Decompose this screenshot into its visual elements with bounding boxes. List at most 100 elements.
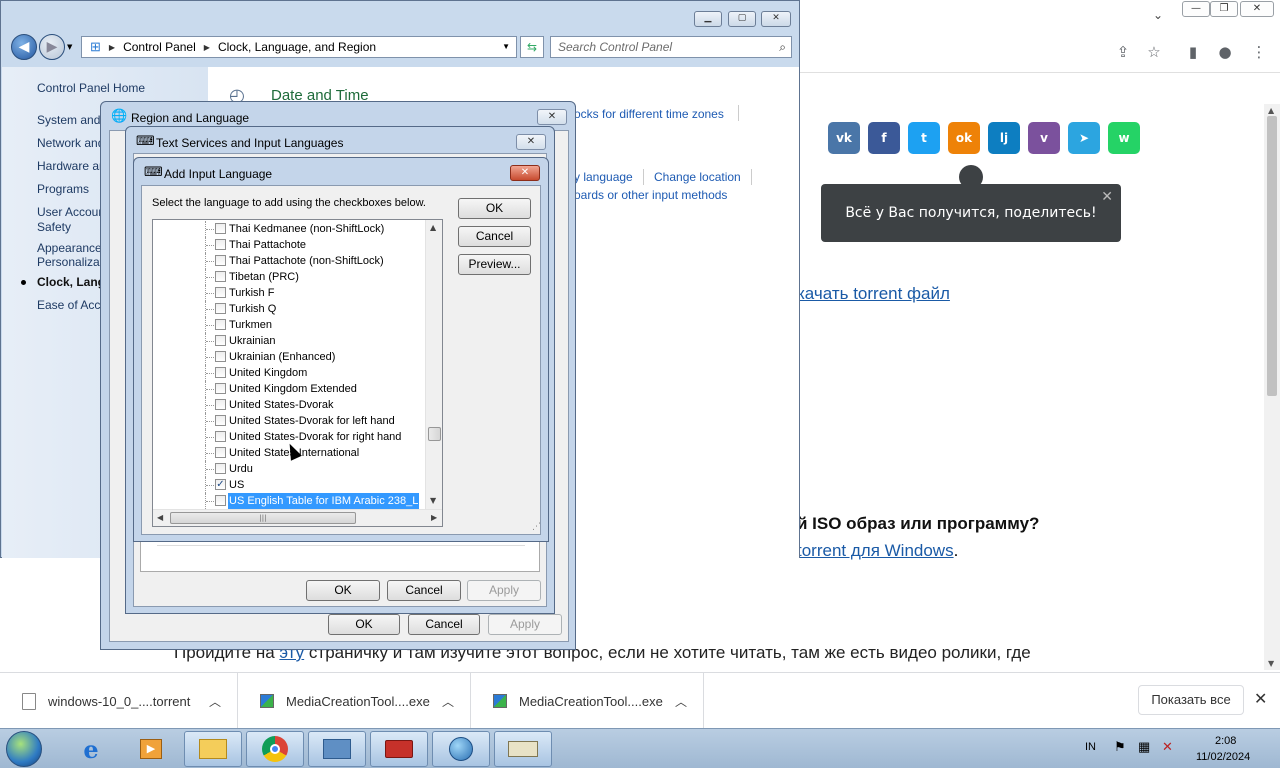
language-checkbox[interactable] xyxy=(215,415,226,426)
language-list-item[interactable]: Urdu xyxy=(153,461,429,477)
lp-system-security[interactable]: System and xyxy=(37,113,100,128)
language-checkbox[interactable] xyxy=(215,431,226,442)
livejournal-share-icon[interactable]: lj xyxy=(988,122,1020,154)
close-button[interactable]: ✕ xyxy=(1240,1,1274,17)
bookmark-star-icon[interactable]: ☆ xyxy=(1145,43,1163,61)
language-list-item[interactable]: Tibetan (PRC) xyxy=(153,269,429,285)
region-cancel-button[interactable]: Cancel xyxy=(408,614,480,635)
list-vscroll-thumb[interactable] xyxy=(428,427,441,441)
telegram-share-icon[interactable]: ➤ xyxy=(1068,122,1100,154)
language-list-item[interactable]: Turkmen xyxy=(153,317,429,333)
media-player-icon[interactable]: ▶ xyxy=(122,731,180,767)
ts-ok-button[interactable]: OK xyxy=(306,580,380,601)
chevron-up-icon[interactable]: ︿ xyxy=(442,693,454,710)
lp-ease-of-access[interactable]: Ease of Acce xyxy=(37,298,107,313)
breadcrumb-control-panel[interactable]: Control Panel xyxy=(123,40,196,54)
language-checkbox[interactable] xyxy=(215,383,226,394)
language-checkbox[interactable] xyxy=(215,495,226,506)
language-checkbox[interactable] xyxy=(215,303,226,314)
explorer-folder-icon[interactable] xyxy=(184,731,242,767)
language-checkbox[interactable] xyxy=(215,287,226,298)
change-location-link[interactable]: Change location xyxy=(654,170,741,184)
download-item[interactable]: MediaCreationTool....exe ︿ xyxy=(471,673,704,729)
region-globe-icon[interactable] xyxy=(432,731,490,767)
keyboard-icon[interactable] xyxy=(494,731,552,767)
language-checkbox[interactable] xyxy=(215,223,226,234)
scroll-down-arrow-icon[interactable]: ▼ xyxy=(430,496,436,505)
keyboards-input-methods-link[interactable]: oards or other input methods xyxy=(574,188,727,202)
language-list-item[interactable]: United States-Dvorak for left hand xyxy=(153,413,429,429)
language-list-item[interactable]: US English Table for IBM Arabic 238_L xyxy=(153,493,429,509)
torrent-download-link[interactable]: качать torrent файл xyxy=(797,284,950,304)
restore-button[interactable]: ❐ xyxy=(1210,1,1238,17)
language-list-item[interactable]: United Kingdom xyxy=(153,365,429,381)
chevron-up-icon[interactable]: ︿ xyxy=(209,693,221,710)
refresh-button[interactable]: ⇆ xyxy=(520,36,544,58)
language-list-item[interactable]: United Kingdom Extended xyxy=(153,381,429,397)
toolbox-icon[interactable] xyxy=(370,731,428,767)
torrent-windows-link[interactable]: torrent для Windows xyxy=(797,541,954,560)
share-bubble-close-icon[interactable]: ✕ xyxy=(1101,190,1113,204)
resize-grip-icon[interactable]: ⋰ xyxy=(532,522,541,532)
language-checkbox[interactable] xyxy=(215,447,226,458)
cp-minimize-button[interactable]: ▁ xyxy=(694,11,722,27)
profile-avatar-icon[interactable]: ● xyxy=(1216,43,1234,61)
lp-clock-language-region[interactable]: Clock, Lang xyxy=(37,275,105,290)
add-ok-button[interactable]: OK xyxy=(458,198,531,219)
scroll-up-arrow-icon[interactable]: ▲ xyxy=(1268,106,1274,115)
address-bar[interactable]: ⊞ ▶ Control Panel ▶ Clock, Language, and… xyxy=(81,36,517,58)
side-panel-icon[interactable]: ▮ xyxy=(1184,43,1202,61)
cp-search-input[interactable]: Search Control Panel ⌕ xyxy=(550,36,792,58)
text-services-close-button[interactable]: ✕ xyxy=(516,134,546,150)
add-language-close-button[interactable]: ✕ xyxy=(510,165,540,181)
breadcrumb-clock-language-region[interactable]: Clock, Language, and Region xyxy=(218,40,376,54)
clock-time[interactable]: 2:08 xyxy=(1215,735,1236,747)
network-icon[interactable]: ▦ xyxy=(1138,739,1150,755)
language-checkbox[interactable] xyxy=(215,367,226,378)
preview-button[interactable]: Preview... xyxy=(458,254,531,275)
scroll-left-arrow-icon[interactable]: ◀ xyxy=(157,513,163,522)
search-icon[interactable]: ⌕ xyxy=(779,37,786,57)
language-list-item[interactable]: Thai Kedmanee (non-ShiftLock) xyxy=(153,221,429,237)
lp-hardware-sound[interactable]: Hardware ar xyxy=(37,159,103,174)
odnoklassniki-share-icon[interactable]: ok xyxy=(948,122,980,154)
language-list-item[interactable]: ✓ US xyxy=(153,477,429,493)
list-horizontal-scrollbar[interactable]: ◀ ||| ▶ xyxy=(153,509,442,526)
language-checkbox[interactable] xyxy=(215,255,226,266)
lp-personalization[interactable]: Personalizat xyxy=(37,255,103,270)
lp-network-internet[interactable]: Network and xyxy=(37,136,104,151)
clocks-time-zones-link[interactable]: ocks for different time zones xyxy=(574,107,724,121)
language-checkbox[interactable] xyxy=(215,399,226,410)
close-downloads-icon[interactable]: ✕ xyxy=(1254,689,1267,708)
lp-user-accounts[interactable]: User Accoun xyxy=(37,205,105,220)
language-checkbox[interactable] xyxy=(215,335,226,346)
language-list-item[interactable]: Turkish Q xyxy=(153,301,429,317)
chrome-icon[interactable] xyxy=(246,731,304,767)
language-list-item[interactable]: Thai Pattachote (non-ShiftLock) xyxy=(153,253,429,269)
forward-button[interactable]: ▶ xyxy=(39,34,65,60)
whatsapp-share-icon[interactable]: w xyxy=(1108,122,1140,154)
tab-search-chevron-icon[interactable]: ⌄ xyxy=(1153,8,1163,22)
language-list-item[interactable]: Turkish F xyxy=(153,285,429,301)
recent-pages-chevron-icon[interactable]: ▼ xyxy=(67,43,72,51)
lp-control-panel-home[interactable]: Control Panel Home xyxy=(37,81,145,96)
start-button[interactable] xyxy=(6,731,42,767)
show-all-downloads-button[interactable]: Показать все xyxy=(1138,685,1244,715)
add-cancel-button[interactable]: Cancel xyxy=(458,226,531,247)
page-scrollbar[interactable]: ▲ ▼ xyxy=(1264,104,1280,670)
viber-share-icon[interactable]: v xyxy=(1028,122,1060,154)
share-icon[interactable]: ⇪ xyxy=(1114,43,1132,61)
cp-maximize-button[interactable]: ▢ xyxy=(728,11,756,27)
language-checkbox[interactable] xyxy=(215,239,226,250)
ts-cancel-button[interactable]: Cancel xyxy=(387,580,461,601)
list-vertical-scrollbar[interactable]: ▲ ▼ xyxy=(425,220,442,510)
display-language-link[interactable]: y language xyxy=(574,170,633,184)
language-tree-list[interactable]: Thai Kedmanee (non-ShiftLock) Thai Pattac… xyxy=(152,219,443,527)
control-panel-icon[interactable] xyxy=(308,731,366,767)
lp-programs[interactable]: Programs xyxy=(37,182,89,197)
region-apply-button[interactable]: Apply xyxy=(488,614,562,635)
volume-muted-icon[interactable]: ✕ xyxy=(1162,739,1173,755)
language-checkbox[interactable]: ✓ xyxy=(215,479,226,490)
twitter-share-icon[interactable]: t xyxy=(908,122,940,154)
page-scrollbar-thumb[interactable] xyxy=(1267,116,1277,396)
